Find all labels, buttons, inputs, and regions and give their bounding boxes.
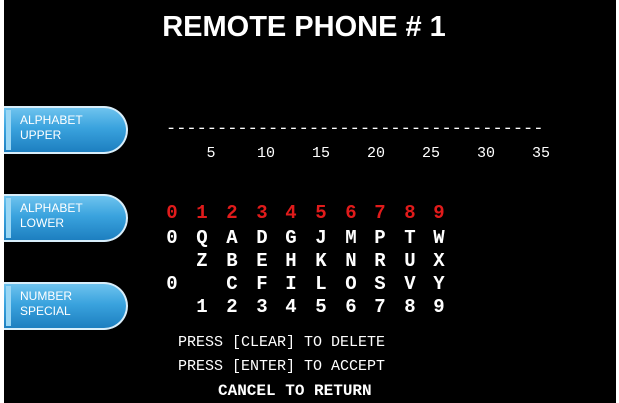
- key-character[interactable]: O: [340, 273, 362, 295]
- column-header-digit: 5: [315, 202, 327, 224]
- key-character[interactable]: 8: [399, 296, 421, 318]
- key-character[interactable]: M: [340, 227, 362, 249]
- screen: REMOTE PHONE # 1 ALPHABET UPPER ALPHABET…: [0, 0, 619, 403]
- key-character[interactable]: H: [280, 250, 302, 272]
- enter-instruction: PRESS [ENTER] TO ACCEPT: [178, 358, 386, 375]
- button-label-line1: NUMBER: [20, 289, 73, 303]
- key-character[interactable]: D: [251, 227, 273, 249]
- column-header-digit: 2: [226, 202, 238, 224]
- number-special-button[interactable]: NUMBER SPECIAL: [4, 282, 128, 330]
- key-character[interactable]: U: [399, 250, 421, 272]
- key-character[interactable]: V: [399, 273, 421, 295]
- entry-field[interactable]: -------------------------------------: [166, 120, 543, 139]
- key-character[interactable]: R: [369, 250, 391, 272]
- ruler-mark: 15: [311, 145, 330, 162]
- key-character[interactable]: Q: [191, 227, 213, 249]
- column-header-digit: 7: [374, 202, 386, 224]
- key-character[interactable]: 0: [161, 227, 183, 249]
- button-label-line1: ALPHABET: [20, 113, 83, 127]
- key-character[interactable]: F: [251, 273, 273, 295]
- button-notch: [6, 286, 11, 326]
- column-header-digit: 1: [196, 202, 208, 224]
- key-character[interactable]: 6: [340, 296, 362, 318]
- key-character[interactable]: K: [310, 250, 332, 272]
- button-label-line2: LOWER: [20, 216, 65, 230]
- column-header-digit: 4: [285, 202, 297, 224]
- page-title: REMOTE PHONE # 1: [162, 11, 446, 43]
- key-character[interactable]: P: [369, 227, 391, 249]
- ruler-mark: 30: [476, 145, 495, 162]
- key-character[interactable]: Z: [191, 250, 213, 272]
- key-character[interactable]: X: [428, 250, 450, 272]
- ruler-mark: 10: [256, 145, 275, 162]
- button-notch: [6, 110, 11, 150]
- ruler-mark: 5: [206, 145, 216, 162]
- key-character[interactable]: 2: [221, 296, 243, 318]
- button-label-line1: ALPHABET: [20, 201, 83, 215]
- display-panel: REMOTE PHONE # 1 ALPHABET UPPER ALPHABET…: [4, 0, 616, 403]
- key-character[interactable]: Y: [428, 273, 450, 295]
- key-character[interactable]: 9: [428, 296, 450, 318]
- key-character[interactable]: I: [280, 273, 302, 295]
- alphabet-lower-button[interactable]: ALPHABET LOWER: [4, 194, 128, 242]
- key-character[interactable]: S: [369, 273, 391, 295]
- cancel-instruction: CANCEL TO RETURN: [218, 382, 372, 400]
- key-character[interactable]: 1: [191, 296, 213, 318]
- key-character[interactable]: B: [221, 250, 243, 272]
- button-label-line2: UPPER: [20, 128, 62, 142]
- key-character[interactable]: 4: [280, 296, 302, 318]
- alphabet-upper-button[interactable]: ALPHABET UPPER: [4, 106, 128, 154]
- key-character[interactable]: E: [251, 250, 273, 272]
- column-header-digit: 9: [433, 202, 445, 224]
- button-label-line2: SPECIAL: [20, 304, 71, 318]
- ruler-mark: 25: [421, 145, 440, 162]
- key-character[interactable]: W: [428, 227, 450, 249]
- key-character[interactable]: C: [221, 273, 243, 295]
- column-header-digit: 0: [166, 202, 178, 224]
- ruler-mark: 35: [531, 145, 550, 162]
- key-character[interactable]: N: [340, 250, 362, 272]
- key-character[interactable]: 0: [161, 273, 183, 295]
- column-header-digit: 8: [404, 202, 416, 224]
- key-character[interactable]: J: [310, 227, 332, 249]
- key-character[interactable]: 5: [310, 296, 332, 318]
- ruler-mark: 20: [366, 145, 385, 162]
- button-notch: [6, 198, 11, 238]
- key-character[interactable]: T: [399, 227, 421, 249]
- column-header-digit: 3: [256, 202, 268, 224]
- key-character[interactable]: L: [310, 273, 332, 295]
- column-header-digit: 6: [345, 202, 357, 224]
- key-character[interactable]: A: [221, 227, 243, 249]
- key-character[interactable]: 3: [251, 296, 273, 318]
- clear-instruction: PRESS [CLEAR] TO DELETE: [178, 334, 386, 351]
- key-character[interactable]: G: [280, 227, 302, 249]
- key-character[interactable]: 7: [369, 296, 391, 318]
